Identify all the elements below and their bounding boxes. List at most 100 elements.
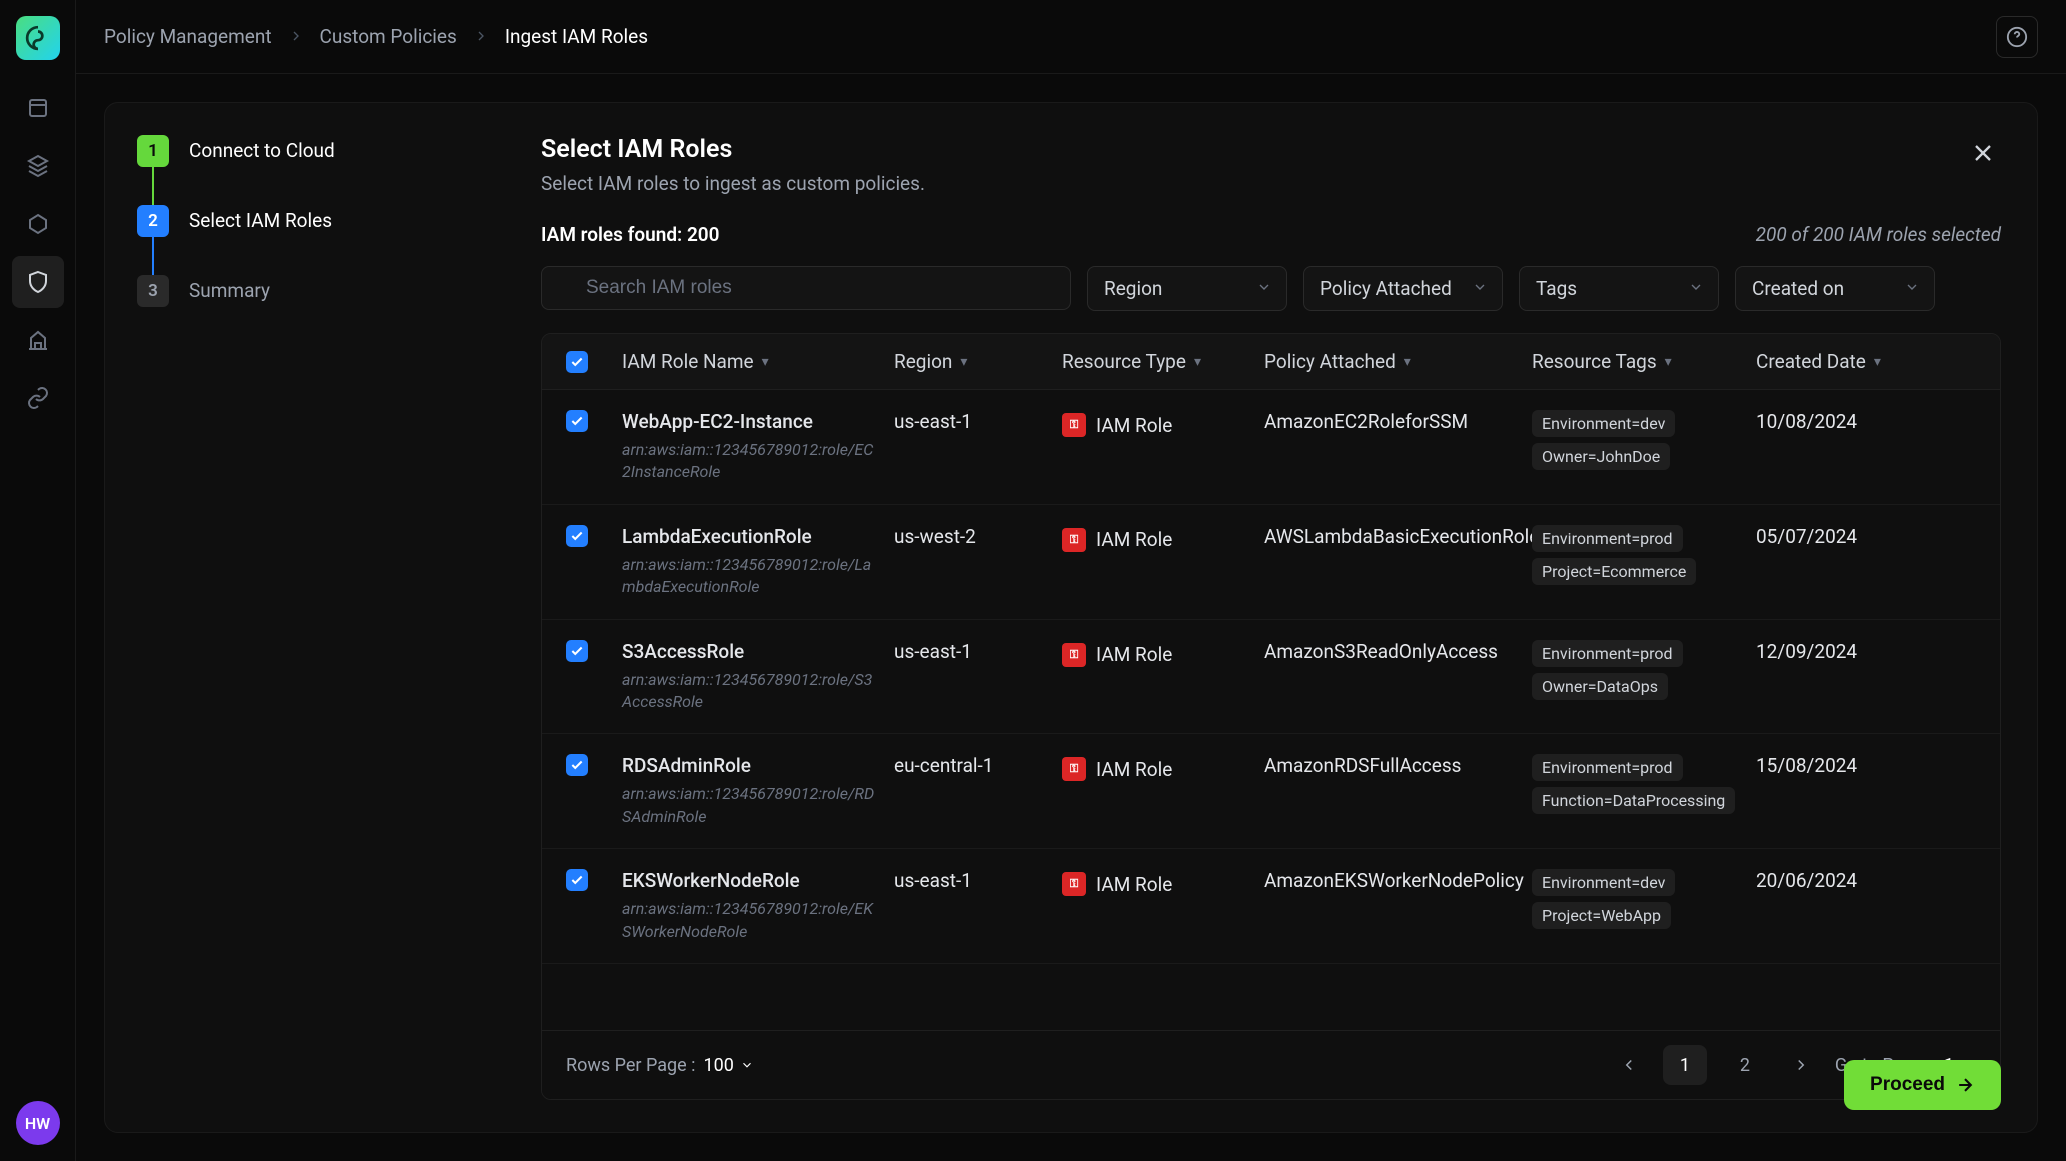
resource-type: IAM Role xyxy=(1096,643,1172,666)
filter-created[interactable]: Created on xyxy=(1735,266,1935,311)
tag-chip: Owner=DataOps xyxy=(1532,673,1668,700)
sort-icon: ▾ xyxy=(1874,354,1881,370)
column-header[interactable]: Resource Type▾ xyxy=(1062,350,1252,373)
role-region: us-west-2 xyxy=(894,525,1050,548)
step-connector xyxy=(152,167,154,205)
role-region: us-east-1 xyxy=(894,640,1050,663)
filter-policy[interactable]: Policy Attached xyxy=(1303,266,1503,311)
row-checkbox[interactable] xyxy=(566,754,588,776)
sidebar-nav-5[interactable] xyxy=(12,314,64,366)
help-button[interactable] xyxy=(1996,16,2038,58)
rows-per-page-select[interactable]: 100 xyxy=(704,1055,754,1076)
column-header[interactable]: Region▾ xyxy=(894,350,1050,373)
step-label: Connect to Cloud xyxy=(189,135,335,162)
created-date: 20/06/2024 xyxy=(1756,869,1916,892)
column-header[interactable]: Policy Attached▾ xyxy=(1264,350,1520,373)
tag-chip: Environment=prod xyxy=(1532,754,1683,781)
chevron-right-icon xyxy=(288,25,304,49)
policy-attached: AmazonEC2RoleforSSM xyxy=(1264,410,1520,433)
created-date: 10/08/2024 xyxy=(1756,410,1916,433)
chevron-down-icon xyxy=(1256,277,1272,300)
filter-region[interactable]: Region xyxy=(1087,266,1287,311)
pagination: Rows Per Page : 100 1 2 xyxy=(542,1030,2000,1099)
row-checkbox[interactable] xyxy=(566,869,588,891)
page-number[interactable]: 1 xyxy=(1663,1045,1707,1085)
app-logo[interactable] xyxy=(16,16,60,60)
breadcrumb-item[interactable]: Policy Management xyxy=(104,25,272,48)
sidebar-nav-6[interactable] xyxy=(12,372,64,424)
sidebar-nav-2[interactable] xyxy=(12,140,64,192)
role-region: us-east-1 xyxy=(894,410,1050,433)
roles-found-count: IAM roles found: 200 xyxy=(541,223,720,246)
step-1[interactable]: 1 Connect to Cloud xyxy=(137,135,473,167)
row-checkbox[interactable] xyxy=(566,410,588,432)
step-badge: 1 xyxy=(137,135,169,167)
role-arn: arn:aws:iam::123456789012:role/S3AccessR… xyxy=(622,669,882,714)
step-3[interactable]: 3 Summary xyxy=(137,275,473,307)
step-2[interactable]: 2 Select IAM Roles xyxy=(137,205,473,237)
tag-chip: Environment=dev xyxy=(1532,410,1675,437)
policy-attached: AmazonS3ReadOnlyAccess xyxy=(1264,640,1520,663)
role-arn: arn:aws:iam::123456789012:role/LambdaExe… xyxy=(622,554,882,599)
resource-type: IAM Role xyxy=(1096,758,1172,781)
created-date: 15/08/2024 xyxy=(1756,754,1916,777)
resource-type: IAM Role xyxy=(1096,414,1172,437)
resource-tags: Environment=prod Owner=DataOps xyxy=(1532,640,1744,706)
resource-tags: Environment=prod Project=Ecommerce xyxy=(1532,525,1744,591)
filter-tags[interactable]: Tags xyxy=(1519,266,1719,311)
role-arn: arn:aws:iam::123456789012:role/EKSWorker… xyxy=(622,898,882,943)
role-region: eu-central-1 xyxy=(894,754,1050,777)
column-header[interactable]: Created Date▾ xyxy=(1756,350,1916,373)
resource-tags: Environment=dev Owner=JohnDoe xyxy=(1532,410,1744,476)
sidebar-nav-3[interactable] xyxy=(12,198,64,250)
stepper: 1 Connect to Cloud 2 Select IAM Roles 3 … xyxy=(105,103,505,1132)
iam-icon: ⚿ xyxy=(1062,872,1086,896)
step-label: Summary xyxy=(189,275,270,302)
role-name: S3AccessRole xyxy=(622,640,882,663)
tag-chip: Environment=dev xyxy=(1532,869,1675,896)
row-checkbox[interactable] xyxy=(566,525,588,547)
sort-icon: ▾ xyxy=(1194,354,1201,370)
step-badge: 3 xyxy=(137,275,169,307)
role-arn: arn:aws:iam::123456789012:role/EC2Instan… xyxy=(622,439,882,484)
breadcrumb-item-current: Ingest IAM Roles xyxy=(505,25,648,48)
chevron-down-icon xyxy=(1904,277,1920,300)
column-header[interactable]: IAM Role Name▾ xyxy=(622,350,882,373)
select-all-checkbox[interactable] xyxy=(566,351,588,373)
sort-icon: ▾ xyxy=(1665,354,1672,370)
filter-label: Region xyxy=(1104,277,1162,300)
user-avatar[interactable]: HW xyxy=(16,1101,60,1145)
close-button[interactable] xyxy=(1965,135,2001,176)
table-row: RDSAdminRole arn:aws:iam::123456789012:r… xyxy=(542,734,2000,849)
iam-icon: ⚿ xyxy=(1062,643,1086,667)
iam-icon: ⚿ xyxy=(1062,528,1086,552)
iam-icon: ⚿ xyxy=(1062,413,1086,437)
roles-table: IAM Role Name▾ Region▾ Resource Type▾ Po… xyxy=(541,333,2001,1100)
policy-attached: AWSLambdaBasicExecutionRole xyxy=(1264,525,1520,548)
tag-chip: Environment=prod xyxy=(1532,525,1683,552)
breadcrumb-item[interactable]: Custom Policies xyxy=(320,25,457,48)
roles-selected-count: 200 of 200 IAM roles selected xyxy=(1756,223,2001,246)
tag-chip: Project=Ecommerce xyxy=(1532,558,1696,585)
tag-chip: Environment=prod xyxy=(1532,640,1683,667)
policy-attached: AmazonRDSFullAccess xyxy=(1264,754,1520,777)
prev-page-button[interactable] xyxy=(1611,1047,1647,1083)
sidebar-nav-shield[interactable] xyxy=(12,256,64,308)
sidebar-nav-1[interactable] xyxy=(12,82,64,134)
proceed-button[interactable]: Proceed xyxy=(1844,1060,2001,1110)
column-header[interactable]: Resource Tags▾ xyxy=(1532,350,1744,373)
filter-label: Policy Attached xyxy=(1320,277,1452,300)
chevron-down-icon xyxy=(1688,277,1704,300)
step-connector xyxy=(152,237,154,275)
tag-chip: Owner=JohnDoe xyxy=(1532,443,1670,470)
page-number[interactable]: 2 xyxy=(1723,1045,1767,1085)
table-header: IAM Role Name▾ Region▾ Resource Type▾ Po… xyxy=(542,334,2000,390)
role-name: WebApp-EC2-Instance xyxy=(622,410,882,433)
breadcrumb: Policy Management Custom Policies Ingest… xyxy=(104,25,1984,49)
sort-icon: ▾ xyxy=(1404,354,1411,370)
created-date: 12/09/2024 xyxy=(1756,640,1916,663)
search-input[interactable] xyxy=(541,266,1071,310)
row-checkbox[interactable] xyxy=(566,640,588,662)
topbar: Policy Management Custom Policies Ingest… xyxy=(76,0,2066,74)
resource-tags: Environment=prodFunction=DataProcessing xyxy=(1532,754,1744,820)
